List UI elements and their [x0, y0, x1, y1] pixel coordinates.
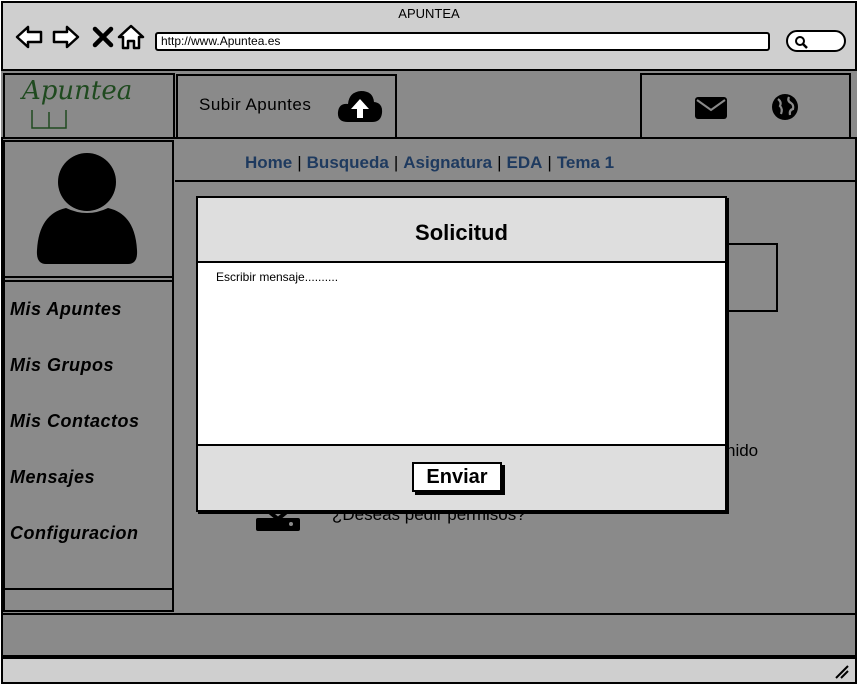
- logo[interactable]: Apuntea: [22, 76, 132, 106]
- book-icon: [31, 110, 67, 129]
- sidebar-divider: [3, 280, 174, 282]
- breadcrumb-divider: [175, 180, 855, 182]
- drive-icon: [256, 510, 300, 531]
- back-icon[interactable]: [14, 22, 44, 52]
- window-title: APUNTEA: [398, 6, 460, 21]
- breadcrumb-busqueda[interactable]: Busqueda: [307, 153, 389, 172]
- breadcrumb-home[interactable]: Home: [245, 153, 292, 172]
- send-button[interactable]: Enviar: [412, 462, 502, 492]
- breadcrumb-asignatura[interactable]: Asignatura: [403, 153, 492, 172]
- sidebar-item-mis-contactos[interactable]: Mis Contactos: [10, 411, 140, 432]
- dialog-title: Solicitud: [415, 220, 508, 245]
- close-icon[interactable]: [88, 22, 118, 52]
- forward-icon[interactable]: [51, 22, 81, 52]
- cloud-upload-icon: [337, 91, 383, 122]
- sidebar-item-mis-apuntes[interactable]: Mis Apuntes: [10, 299, 122, 320]
- status-bar: [1, 657, 857, 684]
- sidebar-item-configuracion[interactable]: Configuracion: [10, 523, 139, 544]
- resize-grip-icon[interactable]: [834, 664, 850, 680]
- sidebar-item-mis-grupos[interactable]: Mis Grupos: [10, 355, 114, 376]
- breadcrumb-eda[interactable]: EDA: [506, 153, 542, 172]
- browser-search-field[interactable]: [786, 30, 846, 52]
- upload-label: Subir Apuntes: [199, 95, 312, 114]
- sidebar-footer: [3, 590, 174, 612]
- avatar-icon[interactable]: [36, 152, 138, 264]
- breadcrumb: Home | Busqueda | Asignatura | EDA | Tema 1: [245, 153, 615, 172]
- header-actions: [640, 73, 851, 139]
- sidebar-item-mensajes[interactable]: Mensajes: [10, 467, 95, 488]
- url-bar[interactable]: http://www.Apuntea.es: [155, 32, 770, 51]
- page-footer: [1, 613, 857, 657]
- mail-icon[interactable]: [694, 95, 728, 121]
- globe-icon[interactable]: [771, 93, 799, 121]
- search-icon: [795, 36, 808, 49]
- home-icon[interactable]: [116, 22, 146, 52]
- message-textarea[interactable]: Escribir mensaje..........: [216, 270, 338, 284]
- content-text-fragment: nido: [726, 441, 759, 460]
- breadcrumb-tema-1[interactable]: Tema 1: [557, 153, 614, 172]
